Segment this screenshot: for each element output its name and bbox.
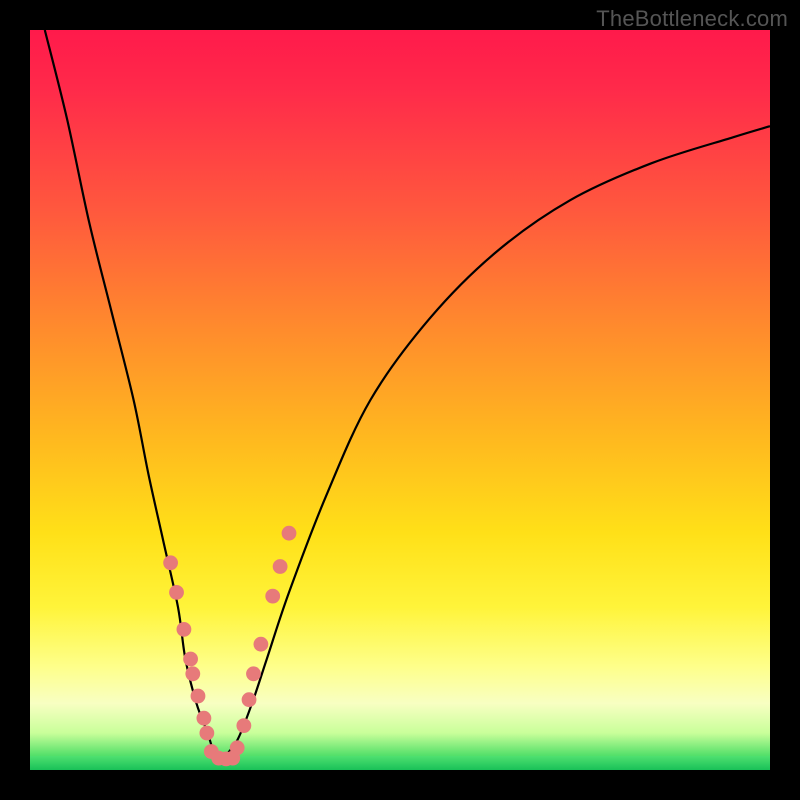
valley-marker (253, 637, 268, 652)
valley-marker (273, 559, 288, 574)
valley-marker (246, 666, 261, 681)
valley-marker (183, 652, 198, 667)
valley-marker (177, 622, 192, 637)
valley-marker (185, 666, 200, 681)
valley-marker (230, 740, 245, 755)
valley-marker (236, 718, 251, 733)
valley-marker (282, 526, 297, 541)
valley-marker (265, 589, 280, 604)
watermark-text: TheBottleneck.com (596, 6, 788, 32)
valley-marker (191, 689, 206, 704)
curve-left-arm (45, 30, 223, 759)
valley-marker (242, 692, 257, 707)
plot-area (30, 30, 770, 770)
valley-marker (197, 711, 212, 726)
valley-marker (199, 726, 214, 741)
curve-right-arm (222, 126, 770, 759)
valley-marker (169, 585, 184, 600)
valley-marker (163, 555, 178, 570)
chart-frame: TheBottleneck.com (0, 0, 800, 800)
curve-layer (30, 30, 770, 770)
